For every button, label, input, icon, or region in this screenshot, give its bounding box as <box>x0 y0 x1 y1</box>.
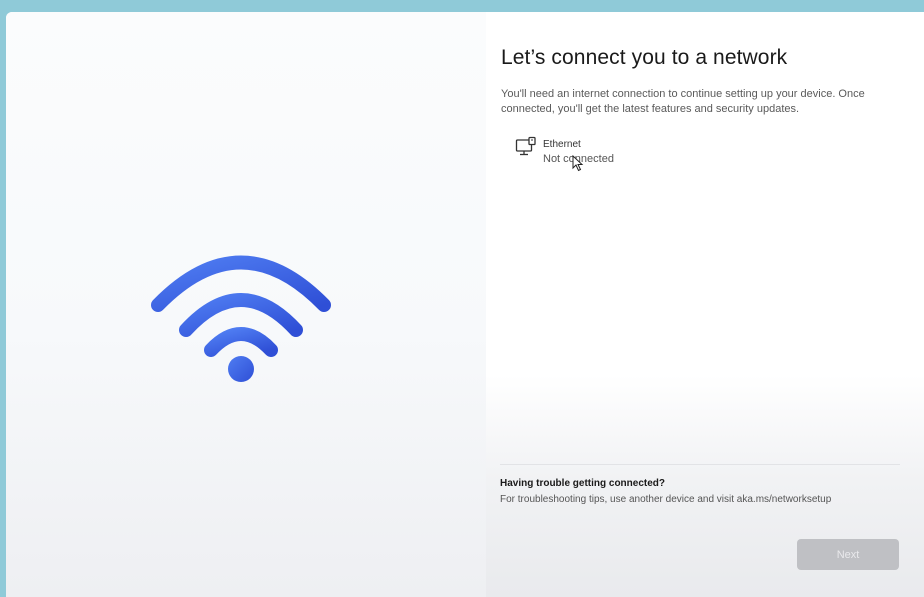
ethernet-icon <box>515 136 536 156</box>
network-name: Ethernet <box>543 139 581 150</box>
wifi-icon <box>151 255 331 382</box>
setup-window: Let’s connect you to a network You'll ne… <box>6 12 924 597</box>
divider <box>500 464 900 465</box>
page-title: Let’s connect you to a network <box>501 46 788 69</box>
mouse-pointer-icon <box>572 155 584 172</box>
illustration-pane <box>6 12 486 597</box>
help-title: Having trouble getting connected? <box>500 478 666 489</box>
network-item-ethernet[interactable]: Ethernet Not connected <box>515 135 695 171</box>
next-button[interactable]: Next <box>797 539 899 570</box>
page-subtitle: You'll need an internet connection to co… <box>501 88 865 115</box>
help-text: For troubleshooting tips, use another de… <box>500 494 832 505</box>
